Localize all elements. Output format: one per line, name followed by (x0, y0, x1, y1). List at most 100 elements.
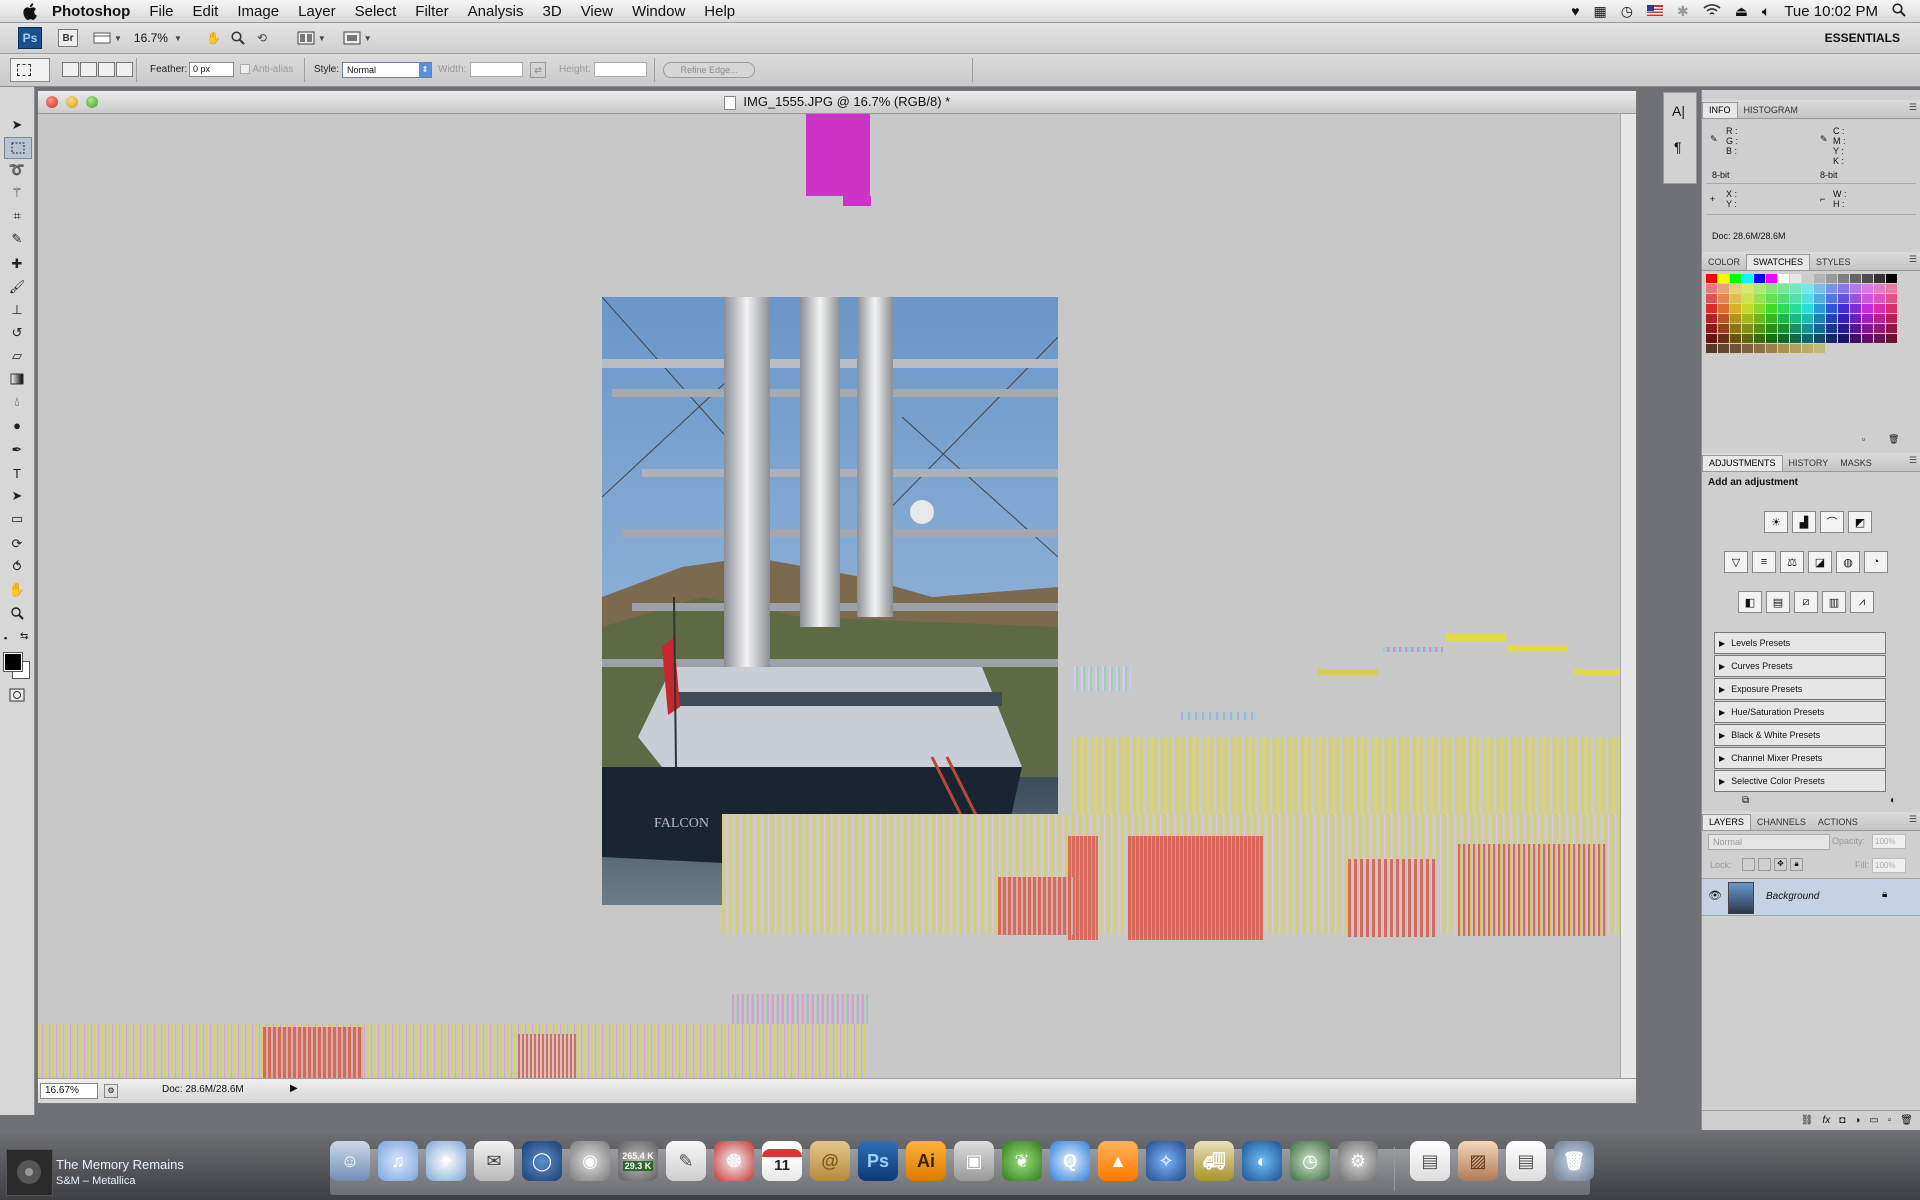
swatch-grid[interactable] (1706, 274, 1902, 358)
color-swatch[interactable] (1802, 314, 1813, 323)
eraser-icon[interactable]: ▱ (4, 346, 30, 366)
color-swatch[interactable] (1826, 324, 1837, 333)
color-swatch[interactable] (1874, 334, 1885, 343)
color-swatch[interactable] (1874, 304, 1885, 313)
color-balance-icon[interactable]: ⚖ (1780, 551, 1804, 573)
eyedropper-icon[interactable]: ✎ (4, 229, 30, 249)
character-panel-icon[interactable]: A| (1672, 103, 1685, 119)
ichat-icon[interactable]: ◯ (522, 1141, 562, 1181)
panel-menu-icon[interactable]: ☰ (1909, 102, 1917, 113)
photo-filter-icon[interactable]: ◍ (1836, 551, 1860, 573)
3d-orbit-icon[interactable]: ⥀ (4, 557, 30, 577)
status-menu-arrow-icon[interactable]: ▶ (290, 1083, 298, 1094)
color-swatch[interactable] (1874, 294, 1885, 303)
color-swatch[interactable] (1826, 284, 1837, 293)
color-swatch[interactable] (1790, 274, 1801, 283)
color-swatch[interactable] (1826, 304, 1837, 313)
gradient-tool-icon[interactable] (4, 369, 30, 389)
menu-clock[interactable]: Tue 10:02 PM (1784, 3, 1878, 20)
flag-icon[interactable] (1646, 3, 1663, 19)
link-layers-icon[interactable]: ⛓ (1801, 1115, 1814, 1126)
color-swatch[interactable] (1790, 284, 1801, 293)
color-swatch[interactable] (1826, 294, 1837, 303)
color-swatch[interactable] (1778, 274, 1789, 283)
vlc-icon[interactable]: ▲ (1098, 1141, 1138, 1181)
color-swatch[interactable] (1778, 294, 1789, 303)
lock-all-icon[interactable]: 🔒︎ (1790, 858, 1803, 871)
network-monitor-icon[interactable]: 265.4 K 29.3 K (618, 1141, 658, 1181)
menu-image[interactable]: Image (237, 3, 279, 20)
color-swatch[interactable] (1802, 294, 1813, 303)
disk-utility-icon[interactable]: ◉ (570, 1141, 610, 1181)
clone-stamp-icon[interactable]: ⊥ (4, 300, 30, 320)
color-swatch[interactable] (1706, 284, 1717, 293)
iphoto-icon[interactable]: ▣ (954, 1141, 994, 1181)
history-brush-icon[interactable]: ↺ (4, 323, 30, 343)
preset-selective-color[interactable]: ▶ Selective Color Presets (1714, 770, 1886, 792)
color-swatch[interactable] (1862, 294, 1873, 303)
add-to-selection-button[interactable] (80, 62, 97, 77)
fill-input[interactable]: 100% (1872, 858, 1906, 873)
lasso-tool-icon[interactable]: ➰ (4, 160, 30, 180)
color-swatch[interactable] (1814, 274, 1825, 283)
color-swatch[interactable] (1886, 314, 1897, 323)
levels-icon[interactable]: ▟ (1792, 511, 1816, 533)
feather-input[interactable]: 0 px (189, 62, 234, 77)
menu-layer[interactable]: Layer (298, 3, 336, 20)
new-selection-button[interactable] (62, 62, 79, 77)
blur-tool-icon[interactable]: 💧︎ (4, 392, 30, 412)
dodge-tool-icon[interactable]: ● (4, 415, 30, 435)
path-selection-icon[interactable]: ➤ (4, 486, 30, 506)
color-swatch[interactable] (1862, 304, 1873, 313)
type-tool-icon[interactable]: T (4, 463, 30, 483)
magic-wand-icon[interactable]: ⚚ (4, 183, 30, 203)
layer-row[interactable]: 👁︎ Background 🔒︎ (1702, 878, 1920, 916)
selective-color-icon[interactable]: ⩘ (1850, 591, 1874, 613)
color-swatch[interactable] (1814, 294, 1825, 303)
layer-name[interactable]: Background (1766, 891, 1819, 902)
color-swatch[interactable] (1778, 324, 1789, 333)
menu-file[interactable]: File (149, 3, 173, 20)
color-swatch[interactable] (1850, 314, 1861, 323)
color-swatch[interactable] (1814, 344, 1825, 353)
spotlight-search-icon[interactable] (1892, 2, 1906, 20)
minimize-window-button[interactable] (66, 96, 78, 108)
color-swatch[interactable] (1790, 344, 1801, 353)
swap-dimensions-icon[interactable]: ⇄ (530, 62, 546, 78)
tab-actions[interactable]: ACTIONS (1812, 815, 1864, 830)
refine-edge-button[interactable]: Refine Edge... (663, 62, 755, 78)
black-white-icon[interactable]: ◪ (1808, 551, 1832, 573)
color-swatch[interactable] (1838, 334, 1849, 343)
color-swatch[interactable] (1874, 274, 1885, 283)
color-swatch[interactable] (1730, 314, 1741, 323)
color-swatch[interactable] (1706, 304, 1717, 313)
heart-icon[interactable]: ♥ (1571, 3, 1579, 19)
color-swatch[interactable] (1862, 274, 1873, 283)
curves-icon[interactable]: ⌒ (1820, 511, 1844, 533)
color-swatch[interactable] (1886, 324, 1897, 333)
color-swatch[interactable] (1730, 344, 1741, 353)
color-swatch[interactable] (1718, 284, 1729, 293)
bridge-button[interactable]: Br (58, 29, 78, 47)
color-swatch[interactable] (1754, 284, 1765, 293)
preset-levels[interactable]: ▶ Levels Presets (1714, 632, 1886, 654)
tab-swatches[interactable]: SWATCHES (1746, 254, 1811, 270)
color-swatch[interactable] (1802, 324, 1813, 333)
opacity-input[interactable]: 100% (1872, 834, 1906, 849)
color-swatch[interactable] (1802, 334, 1813, 343)
color-swatch[interactable] (1862, 334, 1873, 343)
clip-to-layer-icon[interactable]: ⧉ (1742, 795, 1749, 806)
wifi-icon[interactable] (1703, 3, 1721, 19)
color-swatch[interactable] (1850, 304, 1861, 313)
color-swatch[interactable] (1802, 274, 1813, 283)
new-layer-icon[interactable]: ▫ (1888, 1115, 1892, 1126)
zoom-tool-icon[interactable] (4, 603, 30, 623)
color-swatch[interactable] (1742, 304, 1753, 313)
color-swatch[interactable] (1838, 294, 1849, 303)
color-swatch[interactable] (1742, 324, 1753, 333)
auto-select-mask-icon[interactable]: ◐ (1890, 795, 1896, 806)
color-swatch[interactable] (1886, 284, 1897, 293)
zoom-value-field[interactable]: 16.67% (40, 1083, 98, 1099)
preset-black-white[interactable]: ▶ Black & White Presets (1714, 724, 1886, 746)
panel-menu-icon[interactable]: ☰ (1909, 814, 1917, 825)
